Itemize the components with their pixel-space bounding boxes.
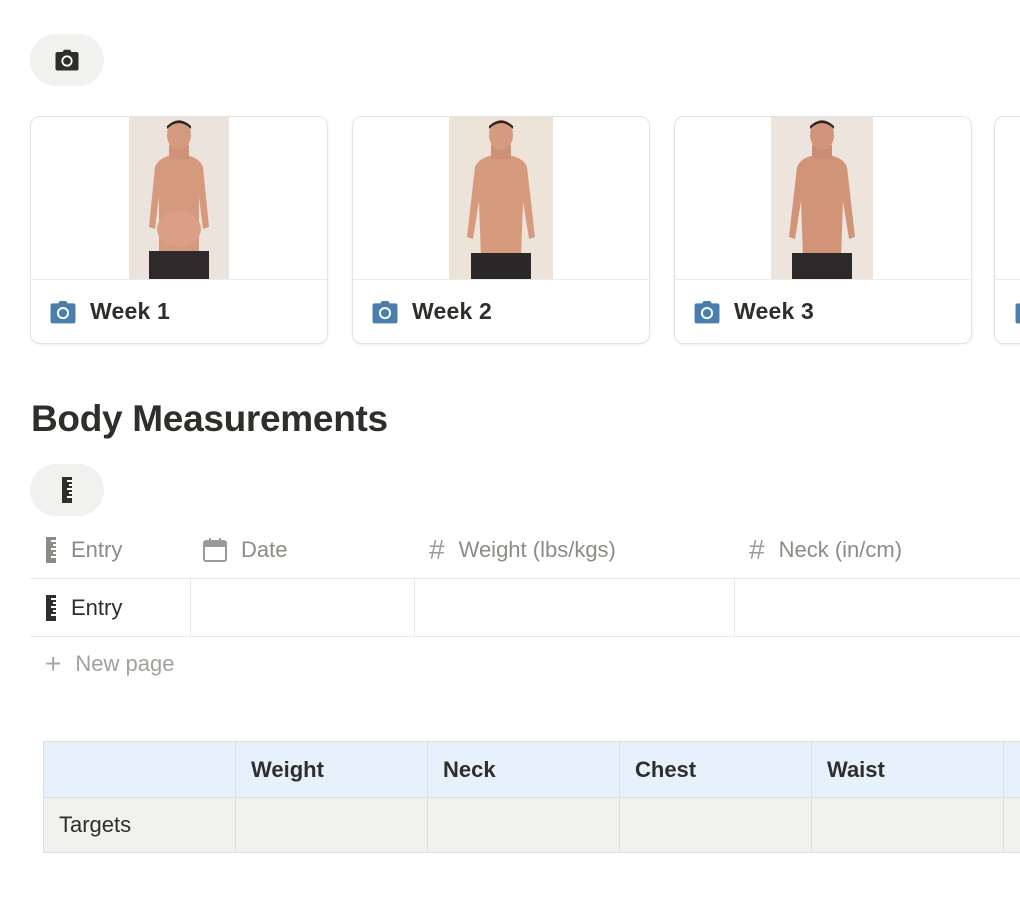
- table-header: Entry Date # Weight (lbs/kgs) # Neck (in…: [30, 522, 1020, 579]
- camera-icon: [50, 300, 76, 323]
- gallery-card-partial[interactable]: [994, 116, 1020, 344]
- table-header-cell[interactable]: Neck: [427, 741, 620, 798]
- plus-icon: +: [45, 648, 62, 679]
- table-row[interactable]: Entry: [30, 579, 1020, 637]
- gallery-card-week-3[interactable]: Week 3: [674, 116, 972, 344]
- column-header-date[interactable]: Date: [190, 522, 414, 578]
- body-photo-image: [129, 117, 229, 279]
- camera-icon: [1015, 302, 1020, 323]
- camera-icon: [372, 300, 398, 323]
- body-photo-image: [771, 117, 873, 279]
- cell-entry[interactable]: Entry: [30, 579, 190, 636]
- progress-photo: [995, 117, 1020, 280]
- table-header-cell[interactable]: Weight: [235, 741, 428, 798]
- table-cell[interactable]: [811, 797, 1004, 853]
- column-header-weight[interactable]: # Weight (lbs/kgs): [414, 522, 734, 578]
- ruler-icon: [45, 594, 57, 621]
- progress-photo: [31, 117, 327, 280]
- new-page-button[interactable]: + New page: [45, 650, 174, 678]
- cell-weight[interactable]: [414, 579, 734, 636]
- table-header-row: Weight Neck Chest Waist: [43, 741, 1020, 798]
- gallery-card-caption: Week 2: [353, 280, 649, 343]
- column-header-entry[interactable]: Entry: [30, 522, 190, 578]
- gallery-card-title: Week 2: [412, 298, 493, 324]
- gallery-card-title: Week 1: [90, 298, 171, 324]
- table-cell[interactable]: [1003, 797, 1020, 853]
- gallery-card-caption: Week 1: [31, 280, 327, 343]
- table-cell[interactable]: Targets: [43, 797, 236, 853]
- ruler-icon: [62, 477, 72, 503]
- table-cell[interactable]: [619, 797, 812, 853]
- hash-icon: #: [749, 534, 765, 565]
- new-page-label: New page: [75, 651, 175, 676]
- gallery-card-caption: [995, 280, 1020, 343]
- gallery-icon-button[interactable]: [30, 34, 104, 86]
- progress-photo: [353, 117, 649, 280]
- ruler-icon: [45, 537, 57, 563]
- camera-icon: [694, 300, 720, 323]
- hash-icon: #: [429, 534, 445, 565]
- table-header-cell[interactable]: Chest: [619, 741, 812, 798]
- database-icon-button[interactable]: [30, 464, 104, 516]
- cell-date[interactable]: [190, 579, 414, 636]
- progress-photo: [675, 117, 971, 280]
- body-photo-image: [449, 117, 553, 279]
- table-cell[interactable]: [427, 797, 620, 853]
- table-header-cell[interactable]: [43, 741, 236, 798]
- column-header-label: Weight (lbs/kgs): [458, 537, 616, 562]
- column-header-label: Neck (in/cm): [778, 537, 903, 562]
- table-header-cell[interactable]: Waist: [811, 741, 1004, 798]
- entry-title: Entry: [71, 594, 123, 620]
- column-header-label: Entry: [71, 537, 123, 562]
- table-row: Targets: [43, 797, 1020, 853]
- section-heading: Body Measurements: [31, 398, 388, 439]
- gallery-card-caption: Week 3: [675, 280, 971, 343]
- gallery-card-week-1[interactable]: Week 1: [30, 116, 328, 344]
- targets-table: Weight Neck Chest Waist Targets: [43, 741, 1020, 853]
- gallery-view: Week 1 Week 2 Week 3: [30, 116, 1020, 346]
- table-cell[interactable]: [235, 797, 428, 853]
- cell-neck[interactable]: [734, 579, 1020, 636]
- gallery-card-title: Week 3: [734, 298, 815, 324]
- camera-icon: [55, 49, 79, 71]
- column-header-label: Date: [241, 537, 288, 562]
- table-header-cell[interactable]: [1003, 741, 1020, 798]
- calendar-icon: [203, 538, 227, 562]
- gallery-card-week-2[interactable]: Week 2: [352, 116, 650, 344]
- column-header-neck[interactable]: # Neck (in/cm): [734, 522, 1020, 578]
